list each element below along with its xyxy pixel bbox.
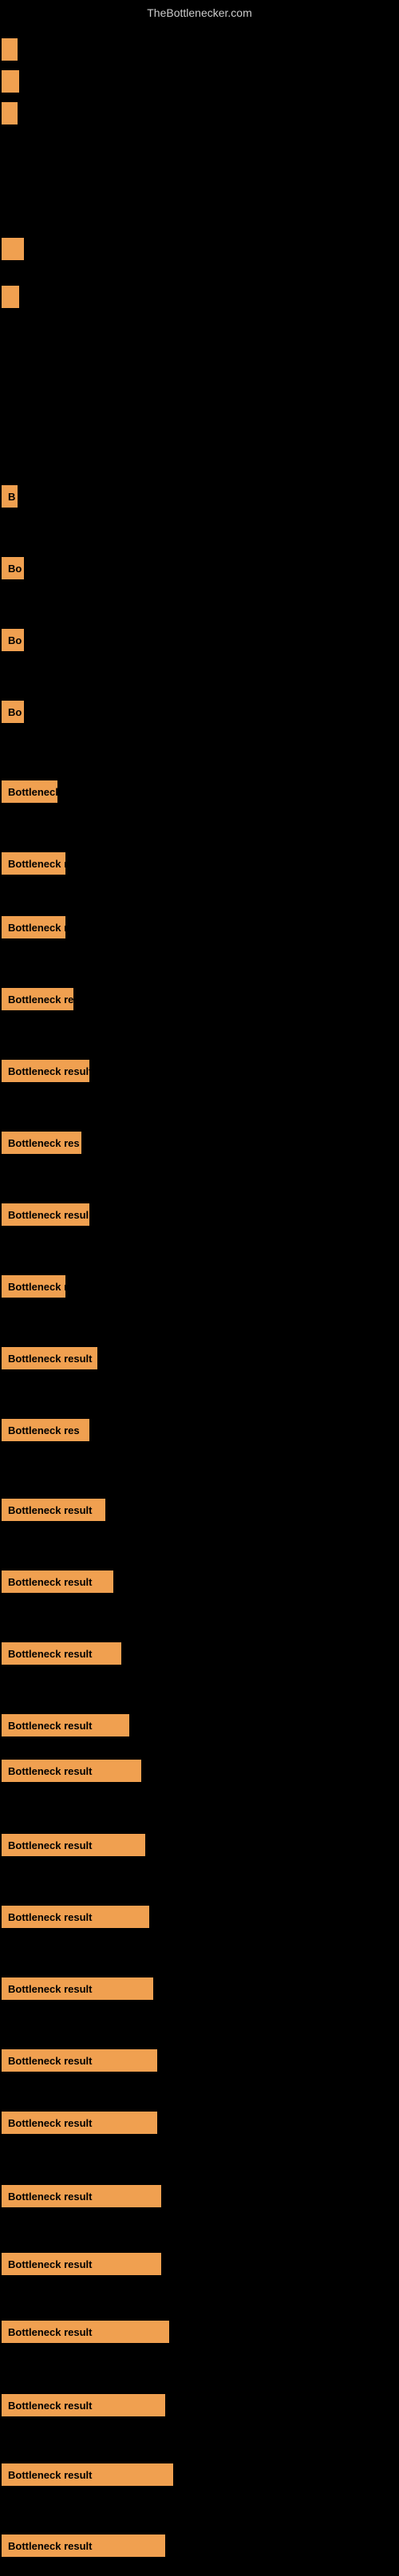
result-bar-10: Bottleneck r <box>2 780 57 803</box>
site-title: TheBottlenecker.com <box>0 0 399 22</box>
result-bar-3 <box>2 102 18 124</box>
result-bar-4 <box>2 238 24 260</box>
result-bar-5 <box>2 286 19 308</box>
result-bar-12: Bottleneck r <box>2 916 65 938</box>
result-bar-18: Bottleneck result <box>2 1347 97 1369</box>
page-wrapper: TheBottlenecker.com B Bo Bo Bo Bottleneck r B… <box>0 0 399 2576</box>
result-bar-7: Bo <box>2 557 24 579</box>
result-bar-2 <box>2 70 19 93</box>
result-bar-19: Bottleneck res <box>2 1419 89 1441</box>
result-bar-33: Bottleneck result <box>2 2394 165 2416</box>
result-bar-26: Bottleneck result <box>2 1906 149 1928</box>
result-bar-8: Bo <box>2 629 24 651</box>
result-bar-9: Bo <box>2 701 24 723</box>
result-bar-32: Bottleneck result <box>2 2321 169 2343</box>
result-bar-23: Bottleneck result <box>2 1714 129 1736</box>
result-bar-25: Bottleneck result <box>2 1834 145 1856</box>
result-bar-11: Bottleneck re <box>2 852 65 875</box>
result-bar-21: Bottleneck result <box>2 1570 113 1593</box>
result-bar-22: Bottleneck result <box>2 1642 121 1665</box>
result-bar-29: Bottleneck result <box>2 2112 157 2134</box>
result-bar-15: Bottleneck res <box>2 1132 81 1154</box>
result-bar-28: Bottleneck result <box>2 2049 157 2072</box>
result-bar-13: Bottleneck res <box>2 988 73 1010</box>
result-bar-1 <box>2 38 18 61</box>
result-bar-34: Bottleneck result <box>2 2463 173 2486</box>
result-bar-31: Bottleneck result <box>2 2253 161 2275</box>
result-bar-24: Bottleneck result <box>2 1760 141 1782</box>
result-bar-16: Bottleneck resul <box>2 1203 89 1226</box>
result-bar-17: Bottleneck r <box>2 1275 65 1298</box>
result-bar-6: B <box>2 485 18 508</box>
result-bar-14: Bottleneck result <box>2 1060 89 1082</box>
result-bar-27: Bottleneck result <box>2 1977 153 2000</box>
result-bar-20: Bottleneck result <box>2 1499 105 1521</box>
result-bar-30: Bottleneck result <box>2 2185 161 2207</box>
